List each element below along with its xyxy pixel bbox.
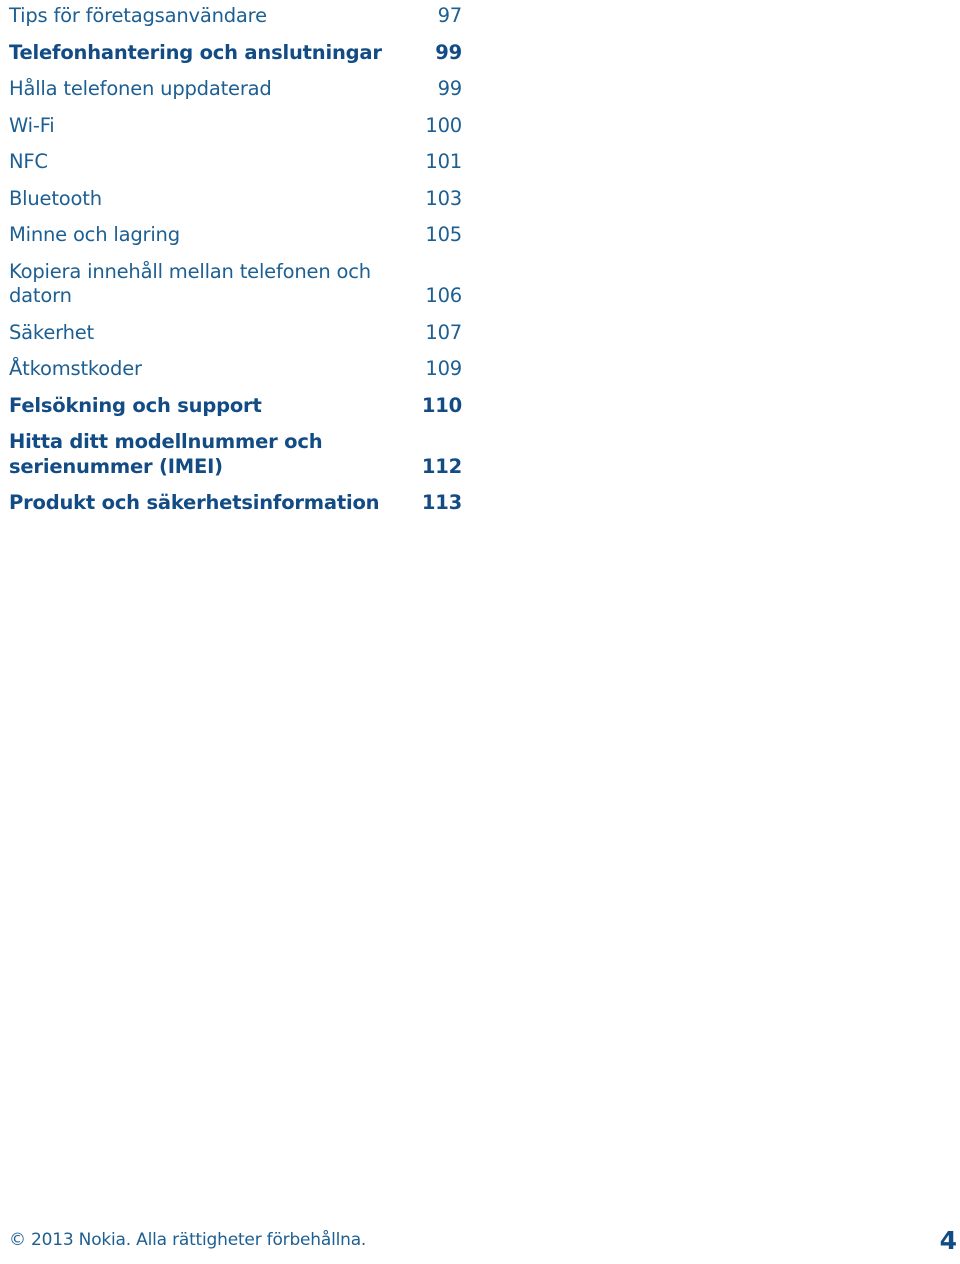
- toc-entry-halla-telefonen-uppdaterad[interactable]: Hålla telefonen uppdaterad 99: [9, 77, 462, 102]
- table-of-contents: Tips för företagsanvändare 97 Telefonhan…: [9, 4, 462, 528]
- toc-section-page: 112: [421, 454, 462, 478]
- toc-section-modellnummer[interactable]: Hitta ditt modellnummer och serienummer …: [9, 430, 462, 479]
- page-number: 4: [939, 1226, 957, 1255]
- toc-entry-page: 101: [425, 150, 462, 173]
- toc-entry-title: NFC: [9, 150, 48, 173]
- toc-entry-sakerhet[interactable]: Säkerhet 107: [9, 321, 462, 346]
- toc-entry-title: Säkerhet: [9, 320, 94, 344]
- toc-entry-title: Bluetooth: [9, 186, 102, 210]
- toc-entry-minne-och-lagring[interactable]: Minne och lagring 105: [9, 223, 462, 248]
- toc-section-title: Produkt och säkerhetsinformation: [9, 491, 380, 514]
- toc-section-title: Felsökning och support: [9, 393, 262, 417]
- toc-section-telefonhantering[interactable]: Telefonhantering och anslutningar 99: [9, 41, 462, 66]
- toc-section-felsokning[interactable]: Felsökning och support 110: [9, 394, 462, 419]
- toc-entry-bluetooth[interactable]: Bluetooth 103: [9, 187, 462, 212]
- toc-entry-atkomstkoder[interactable]: Åtkomstkoder 109: [9, 357, 462, 382]
- toc-section-produkt-sakerhetsinformation[interactable]: Produkt och säkerhetsinformation 113: [9, 491, 462, 516]
- toc-entry-page: 106: [425, 284, 462, 307]
- toc-section-page: 110: [421, 393, 462, 417]
- toc-entry-page: 99: [437, 77, 463, 100]
- toc-entry-wifi[interactable]: Wi-Fi 100: [9, 114, 462, 139]
- toc-section-title: Telefonhantering och anslutningar: [9, 40, 382, 64]
- toc-section-title: Hitta ditt modellnummer och serienummer …: [9, 430, 323, 478]
- toc-entry-page: 105: [425, 223, 462, 246]
- toc-section-page: 99: [435, 40, 462, 64]
- toc-section-page: 113: [421, 491, 462, 514]
- toc-entry-title: Hålla telefonen uppdaterad: [9, 77, 272, 100]
- copyright-footer: © 2013 Nokia. Alla rättigheter förbehåll…: [9, 1230, 367, 1250]
- toc-entry-page: 103: [425, 186, 462, 210]
- toc-entry-tips-foretagsanvandare[interactable]: Tips för företagsanvändare 97: [9, 4, 462, 29]
- toc-entry-title: Kopiera innehåll mellan telefonen och da…: [9, 259, 371, 308]
- toc-entry-title: Minne och lagring: [9, 223, 180, 246]
- toc-entry-title: Tips för företagsanvändare: [9, 4, 267, 27]
- toc-entry-nfc[interactable]: NFC 101: [9, 150, 462, 175]
- toc-entry-kopiera-innehall[interactable]: Kopiera innehåll mellan telefonen och da…: [9, 260, 462, 309]
- toc-entry-page: 97: [437, 4, 463, 27]
- toc-entry-title: Wi-Fi: [9, 113, 55, 137]
- toc-entry-title: Åtkomstkoder: [9, 357, 142, 380]
- toc-entry-page: 100: [425, 113, 462, 137]
- toc-entry-page: 107: [425, 320, 462, 344]
- toc-entry-page: 109: [425, 357, 462, 380]
